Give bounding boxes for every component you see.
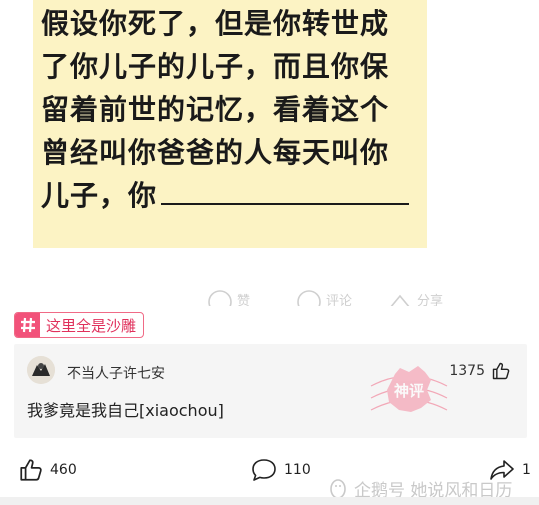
stamp-text: 神评 (394, 382, 424, 400)
post-like-button[interactable]: 赞 (207, 288, 250, 306)
post-actions-row: 赞 评论 分享 (0, 286, 539, 306)
thumb-up-icon (492, 362, 510, 380)
post-share-button[interactable]: 分享 (387, 288, 443, 306)
comment-like-button[interactable]: 1375 (449, 361, 511, 381)
meme-line: 曾经叫你爸爸的人每天叫你 (41, 136, 390, 169)
topic-tag-label: 这里全是沙雕 (46, 316, 137, 335)
meme-line: 了你儿子的儿子，而且你保 (41, 50, 390, 83)
avatar[interactable] (27, 356, 55, 384)
meme-image[interactable]: 假设你死了，但是你转世成 了你儿子的儿子，而且你保 留着前世的记忆，看着这个 曾… (33, 0, 427, 248)
post-comment-label: 评论 (326, 293, 353, 307)
god-comment-card[interactable]: 不当人子许七安 神评 1375 我爹竟是我自己[xiaochou] (14, 344, 527, 438)
like-button[interactable]: 460 (18, 455, 77, 485)
comment-like-count: 1375 (449, 363, 485, 379)
hash-icon (15, 313, 40, 337)
share-count: 1 (522, 462, 531, 478)
bottom-divider (0, 497, 539, 505)
post-comment-button[interactable]: 评论 (296, 288, 352, 306)
meme-line-text: 儿子，你 (41, 179, 158, 212)
post-like-label: 赞 (237, 293, 251, 307)
fill-in-blank (161, 203, 410, 205)
like-count: 460 (50, 462, 77, 478)
post-share-label: 分享 (417, 293, 444, 307)
comment-button[interactable]: 110 (250, 455, 311, 485)
thumb-up-icon (20, 459, 42, 481)
share-icon (390, 294, 410, 306)
meme-line: 留着前世的记忆，看着这个 (41, 93, 390, 126)
comment-text: 我爹竟是我自己[xiaochou] (27, 401, 224, 420)
meme-last-line: 儿子，你 (41, 174, 427, 217)
meme-line: 假设你死了，但是你转世成 (41, 7, 390, 40)
god-comment-stamp: 神评 (370, 366, 448, 412)
comment-bubble-icon (252, 459, 276, 481)
thumb-up-icon (208, 290, 232, 306)
comment-count: 110 (284, 462, 311, 478)
comment-username[interactable]: 不当人子许七安 (67, 363, 165, 383)
comment-icon (297, 290, 321, 306)
topic-tag[interactable]: 这里全是沙雕 (14, 312, 145, 338)
